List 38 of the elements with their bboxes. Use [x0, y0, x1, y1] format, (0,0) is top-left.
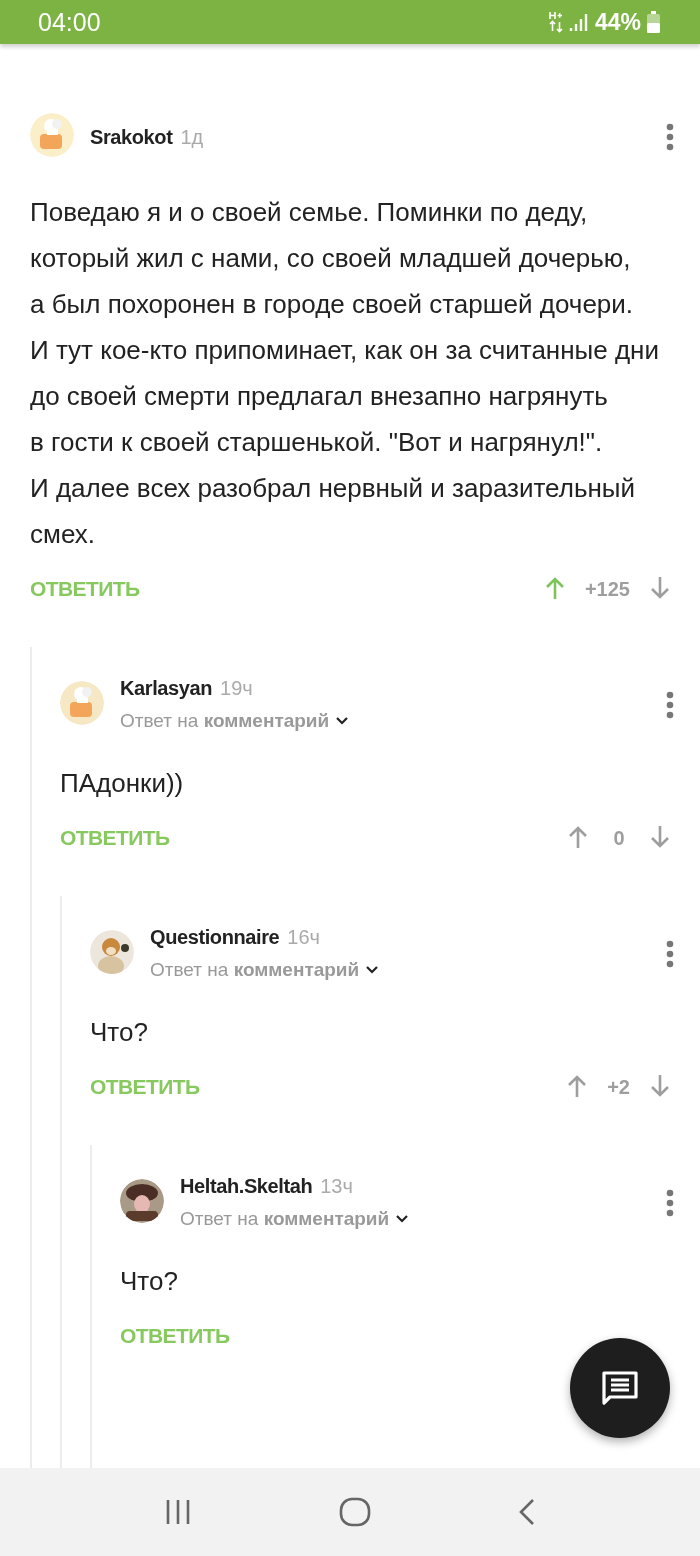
timestamp: 1д — [180, 125, 204, 149]
vote-score: +125 — [584, 577, 630, 601]
more-options-icon[interactable] — [666, 1188, 674, 1217]
vote-score: 0 — [612, 826, 626, 850]
timestamp: 13ч — [320, 1175, 353, 1198]
comment-text: Что? — [120, 1265, 179, 1298]
home-icon[interactable] — [339, 1497, 371, 1527]
signal-icon — [568, 12, 589, 32]
vote-score: +2 — [607, 1075, 630, 1099]
comment-text: ПАдонки)) — [60, 767, 185, 800]
battery-percent: 44% — [594, 8, 641, 36]
more-options-icon[interactable] — [666, 123, 674, 151]
chevron-down-icon[interactable] — [365, 965, 380, 975]
reply-button[interactable]: ОТВЕТИТЬ — [90, 1075, 200, 1099]
back-icon[interactable] — [518, 1498, 537, 1526]
reply-to-link[interactable]: Ответ на комментарий — [180, 1208, 390, 1230]
comment-text: Поведаю я и о своей семье. Поминки по деду, который жил с нами, со своей младшей дочерью, а был похоронен в городе своей старшей дочери. И тут кое-кто припоминает, как он за считанные дни до своей смерти предлагал внезапно нагрянуть в гости к своей старшенькой. "Вот и нагрянул!". И далее всех разобрал нервный и заразительный смех. — [30, 196, 660, 551]
more-options-icon[interactable] — [666, 690, 674, 719]
chevron-down-icon[interactable] — [395, 1214, 410, 1224]
battery-icon — [647, 11, 660, 33]
reply-button[interactable]: ОТВЕТИТЬ — [60, 826, 170, 850]
timestamp: 19ч — [220, 677, 253, 700]
username[interactable]: Karlasyan — [120, 677, 212, 700]
comment-text: Что? — [90, 1016, 149, 1049]
reply-to-link[interactable]: Ответ на комментарий — [150, 959, 360, 981]
reply-to-link[interactable]: Ответ на комментарий — [120, 710, 330, 732]
comment-icon — [601, 1370, 639, 1406]
username[interactable]: Srakokot — [90, 125, 173, 149]
more-options-icon[interactable] — [666, 939, 674, 968]
reply-button[interactable]: ОТВЕТИТЬ — [120, 1324, 230, 1348]
timestamp: 16ч — [287, 926, 320, 949]
username[interactable]: Questionnaire — [150, 926, 280, 949]
mobile-data-icon — [548, 11, 563, 33]
clock: 04:00 — [38, 7, 101, 37]
chevron-down-icon[interactable] — [335, 716, 350, 726]
comments-button[interactable] — [570, 1338, 670, 1438]
username[interactable]: Heltah.Skeltah — [180, 1175, 313, 1198]
reply-button[interactable]: ОТВЕТИТЬ — [30, 577, 140, 601]
